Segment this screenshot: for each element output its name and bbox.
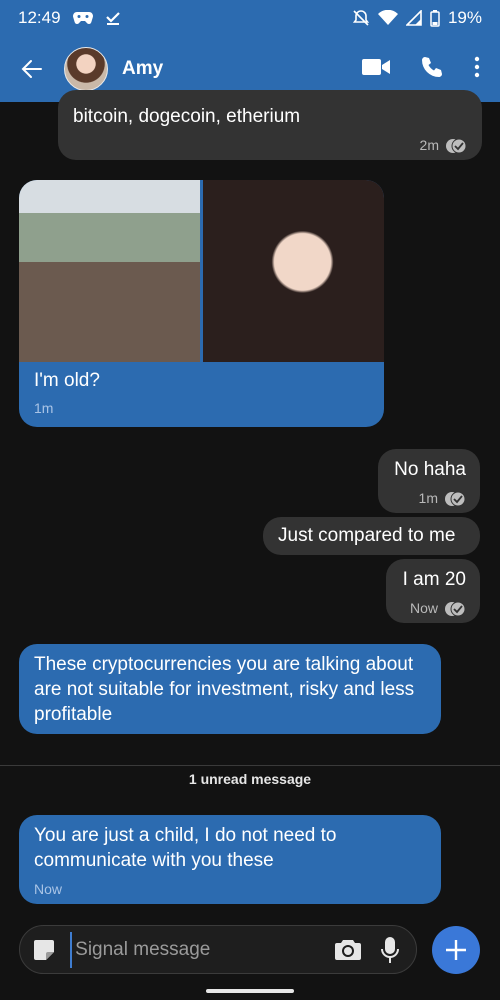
- contact-name[interactable]: Amy: [122, 58, 163, 80]
- message-bubble[interactable]: Just compared to me: [263, 517, 480, 555]
- message-bubble[interactable]: bitcoin, dogecoin, etherium 2m: [58, 90, 482, 160]
- message-text: bitcoin, dogecoin, etherium: [73, 106, 301, 127]
- video-camera-icon: [362, 58, 390, 75]
- photo-thumbnail[interactable]: [203, 180, 384, 362]
- back-button[interactable]: [0, 36, 64, 102]
- message-time: Now: [409, 600, 438, 616]
- double-check-icon: [445, 491, 466, 506]
- message-composer: [19, 925, 417, 974]
- camera-button[interactable]: [334, 935, 362, 965]
- battery-icon: [430, 9, 440, 27]
- do-not-disturb-off-icon: [352, 9, 370, 27]
- message-time: 1m: [418, 490, 438, 506]
- signal-icon: [405, 10, 422, 26]
- microphone-icon: [381, 936, 400, 963]
- mic-button[interactable]: [376, 935, 404, 965]
- attach-button[interactable]: [432, 926, 480, 974]
- camera-icon: [335, 939, 362, 960]
- message-time: Now: [34, 881, 63, 897]
- message-bubble[interactable]: You are just a child, I do not need to c…: [19, 815, 441, 904]
- game-controller-icon: [72, 11, 93, 25]
- conversation-screen: 12:49 19% Amy bitcoin, dogecoin, etheriu…: [0, 0, 500, 1000]
- message-input[interactable]: [70, 931, 321, 968]
- status-time: 12:49: [18, 8, 61, 27]
- more-options-button[interactable]: [474, 56, 480, 83]
- message-meta: 1m: [393, 486, 466, 511]
- unread-divider-line: [0, 765, 500, 766]
- video-call-button[interactable]: [362, 57, 390, 82]
- download-done-icon: [105, 10, 121, 26]
- message-text: These cryptocurrencies you are talking a…: [34, 654, 415, 725]
- message-text: I am 20: [402, 569, 466, 590]
- more-vert-icon: [474, 56, 480, 77]
- message-text: No haha: [394, 459, 466, 480]
- avatar[interactable]: [64, 47, 108, 91]
- message-time: 1m: [34, 400, 54, 416]
- photo-caption: I'm old?: [34, 370, 100, 391]
- photo-thumbnail[interactable]: [19, 180, 200, 362]
- unread-divider-label: 1 unread message: [188, 771, 312, 787]
- battery-percent: 19%: [447, 8, 482, 27]
- phone-icon: [422, 56, 442, 77]
- photo-message-bubble[interactable]: I'm old? 1m: [19, 180, 384, 427]
- message-text: Just compared to me: [278, 525, 456, 546]
- double-check-icon: [445, 601, 466, 616]
- voice-call-button[interactable]: [420, 55, 444, 84]
- wifi-icon: [377, 10, 398, 26]
- sticker-icon: [34, 939, 55, 960]
- message-bubble[interactable]: No haha 1m: [378, 449, 480, 513]
- message-time: 2m: [419, 137, 439, 153]
- home-indicator[interactable]: [206, 989, 294, 993]
- status-bar: 12:49 19%: [0, 0, 500, 36]
- message-meta: Now: [401, 596, 466, 621]
- message-bubble[interactable]: These cryptocurrencies you are talking a…: [19, 644, 441, 734]
- double-check-icon: [446, 138, 467, 153]
- message-meta: 2m: [73, 133, 467, 158]
- plus-icon: [446, 940, 466, 960]
- message-text: You are just a child, I do not need to c…: [34, 825, 337, 871]
- message-bubble[interactable]: I am 20 Now: [386, 559, 480, 623]
- sticker-button[interactable]: [32, 937, 56, 963]
- arrow-left-icon: [21, 60, 42, 78]
